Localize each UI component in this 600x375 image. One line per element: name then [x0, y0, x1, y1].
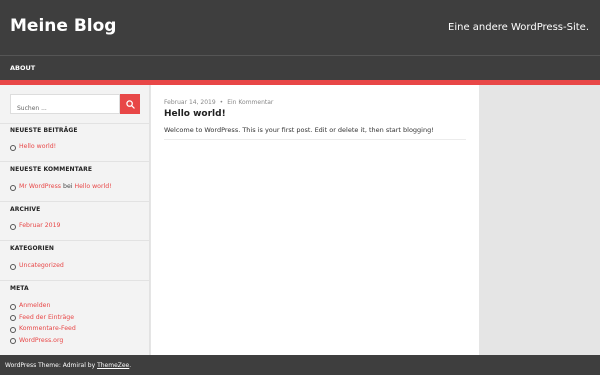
search-icon	[125, 99, 135, 109]
meta-separator: •	[219, 99, 224, 106]
search-box	[10, 94, 120, 118]
site-description: Eine andere WordPress-Site.	[448, 22, 589, 33]
post-title[interactable]: Hello world!	[164, 109, 226, 119]
recent-post-link[interactable]: Hello world!	[19, 143, 56, 150]
widget-divider	[0, 240, 149, 241]
meta-wordpress-org-link[interactable]: WordPress.org	[19, 337, 63, 344]
archive-link[interactable]: Februar 2019	[19, 222, 60, 229]
search-button[interactable]	[120, 94, 140, 114]
list-item: WordPress.org	[10, 337, 76, 349]
meta-list: Anmelden Feed der Einträge Kommentare-Fe…	[10, 302, 76, 348]
archives-title: ARCHIVE	[10, 206, 41, 213]
meta-comments-feed-link[interactable]: Kommentare-Feed	[19, 325, 76, 332]
site-header: Meine Blog Eine andere WordPress-Site.	[0, 0, 600, 55]
widget-divider	[0, 201, 149, 202]
post-body: Welcome to WordPress. This is your first…	[164, 126, 434, 134]
list-item: Feed der Einträge	[10, 314, 76, 326]
search-input[interactable]	[11, 99, 119, 118]
site-title[interactable]: Meine Blog	[10, 16, 116, 36]
page-background	[479, 85, 600, 355]
list-item: Uncategorized	[10, 262, 64, 274]
list-item: Mr WordPress bei Hello world!	[10, 183, 112, 195]
widget-divider	[0, 123, 149, 124]
list-item: Hello world!	[10, 143, 56, 155]
recent-posts-list: Hello world!	[10, 143, 56, 155]
comment-connector: bei	[63, 183, 73, 190]
widget-divider	[0, 161, 149, 162]
list-item: Kommentare-Feed	[10, 325, 76, 337]
footer-prefix: WordPress Theme: Admiral by	[5, 362, 96, 369]
main-content: Februar 14, 2019 • Ein Kommentar Hello wor…	[151, 85, 479, 355]
post-comments-link[interactable]: Ein Kommentar	[227, 99, 273, 106]
post-meta: Februar 14, 2019 • Ein Kommentar	[164, 99, 273, 106]
meta-login-link[interactable]: Anmelden	[19, 302, 50, 309]
categories-list: Uncategorized	[10, 262, 64, 274]
recent-posts-title: NEUESTE BEITRÄGE	[10, 127, 78, 134]
comment-post-link[interactable]: Hello world!	[74, 183, 111, 190]
recent-comments-list: Mr WordPress bei Hello world!	[10, 183, 112, 195]
nav-item-about[interactable]: ABOUT	[10, 64, 35, 72]
sidebar: NEUESTE BEITRÄGE Hello world! NEUESTE KO…	[0, 85, 150, 355]
widget-divider	[0, 280, 149, 281]
footer-suffix: .	[129, 362, 132, 369]
archives-list: Februar 2019	[10, 222, 60, 234]
footer-credit: WordPress Theme: Admiral by ThemeZee.	[5, 362, 131, 369]
main-navigation: ABOUT	[0, 55, 600, 80]
list-item: Februar 2019	[10, 222, 60, 234]
comment-author-link[interactable]: Mr WordPress	[19, 183, 61, 190]
post-divider	[164, 139, 466, 140]
post-date-link[interactable]: Februar 14, 2019	[164, 99, 216, 106]
footer-themezee-link[interactable]: ThemeZee	[97, 362, 129, 369]
meta-entries-feed-link[interactable]: Feed der Einträge	[19, 314, 74, 321]
recent-comments-title: NEUESTE KOMMENTARE	[10, 166, 93, 173]
category-link[interactable]: Uncategorized	[19, 262, 64, 269]
categories-title: KATEGORIEN	[10, 245, 55, 252]
list-item: Anmelden	[10, 302, 76, 314]
meta-title: META	[10, 285, 29, 292]
site-footer: WordPress Theme: Admiral by ThemeZee.	[0, 355, 600, 375]
